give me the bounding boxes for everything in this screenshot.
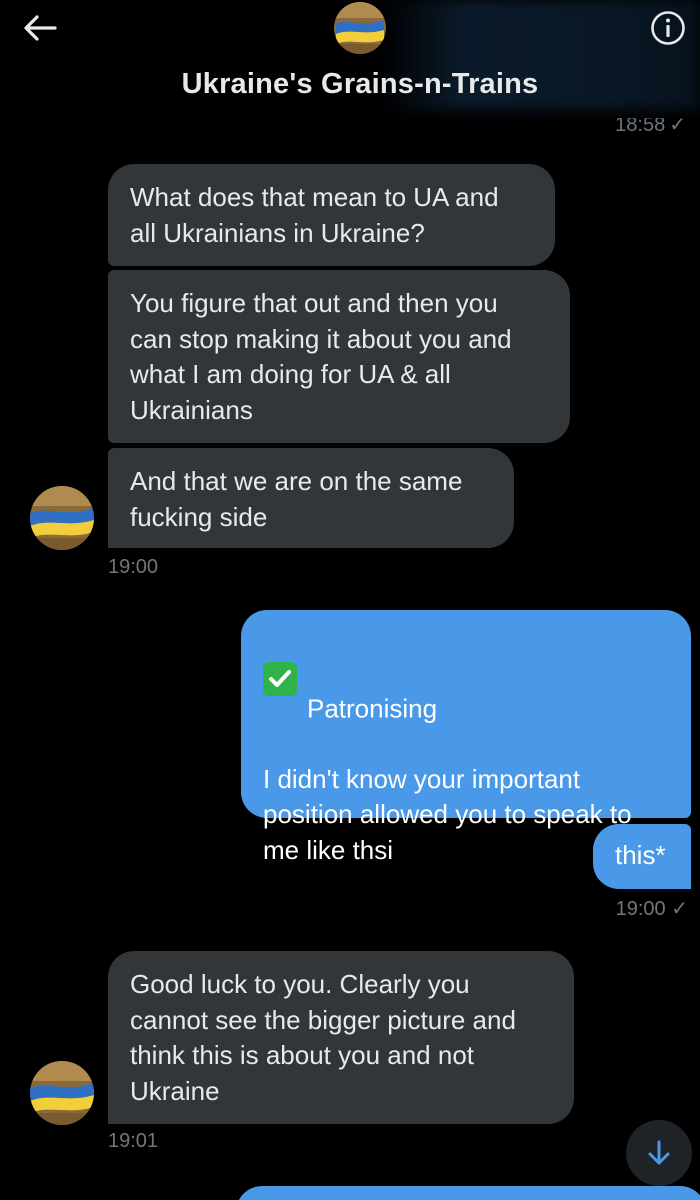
info-button[interactable] <box>646 6 690 50</box>
message-text: You figure that out and then you can sto… <box>130 288 512 425</box>
back-button[interactable] <box>18 8 62 48</box>
message-bubble-outgoing[interactable]: Patronising I didn't know your important… <box>241 610 691 865</box>
message-bubble-incoming[interactable]: And that we are on the same fucking side <box>108 448 514 548</box>
ukraine-flag-wheat-avatar <box>30 1061 94 1125</box>
conversation-title: Ukraine's Grains-n-Trains <box>181 68 539 100</box>
arrow-down-icon <box>648 1140 670 1165</box>
message-text: What does that mean to UA and all Ukrain… <box>130 182 499 248</box>
check-mark-emoji-icon <box>263 661 297 696</box>
dm-conversation-screen: Ukraine's Grains-n-Trains 18:58 ✓ What do… <box>0 0 700 1200</box>
message-bubble-outgoing[interactable]: this* <box>593 824 691 889</box>
conversation-header: Ukraine's Grains-n-Trains <box>0 0 700 118</box>
message-timestamp: 19:00 <box>108 556 159 578</box>
message-text: Patronising <box>307 693 438 723</box>
conversation-avatar[interactable] <box>334 2 386 54</box>
message-text: this* <box>615 840 666 870</box>
message-bubble-incoming[interactable]: Good luck to you. Clearly you cannot see… <box>108 951 574 1124</box>
message-text: Good luck to you. Clearly you cannot see… <box>130 969 516 1106</box>
arrow-left-icon <box>24 15 57 41</box>
message-timestamp: 19:01 <box>108 1130 159 1152</box>
ukraine-flag-wheat-avatar <box>334 2 386 54</box>
info-icon <box>651 11 685 45</box>
message-bubble-incoming[interactable]: You figure that out and then you can sto… <box>108 270 570 443</box>
message-bubble-outgoing-partial[interactable] <box>236 1186 700 1200</box>
message-text: And that we are on the same fucking side <box>130 466 463 532</box>
message-timestamp: 19:00 ✓ <box>615 898 688 920</box>
sender-avatar[interactable] <box>30 486 94 550</box>
sender-avatar[interactable] <box>30 1061 94 1125</box>
sent-check-icon: ✓ <box>671 898 688 920</box>
message-bubble-incoming[interactable]: What does that mean to UA and all Ukrain… <box>108 164 555 266</box>
scroll-to-bottom-button[interactable] <box>626 1120 692 1186</box>
ukraine-flag-wheat-avatar <box>30 486 94 550</box>
